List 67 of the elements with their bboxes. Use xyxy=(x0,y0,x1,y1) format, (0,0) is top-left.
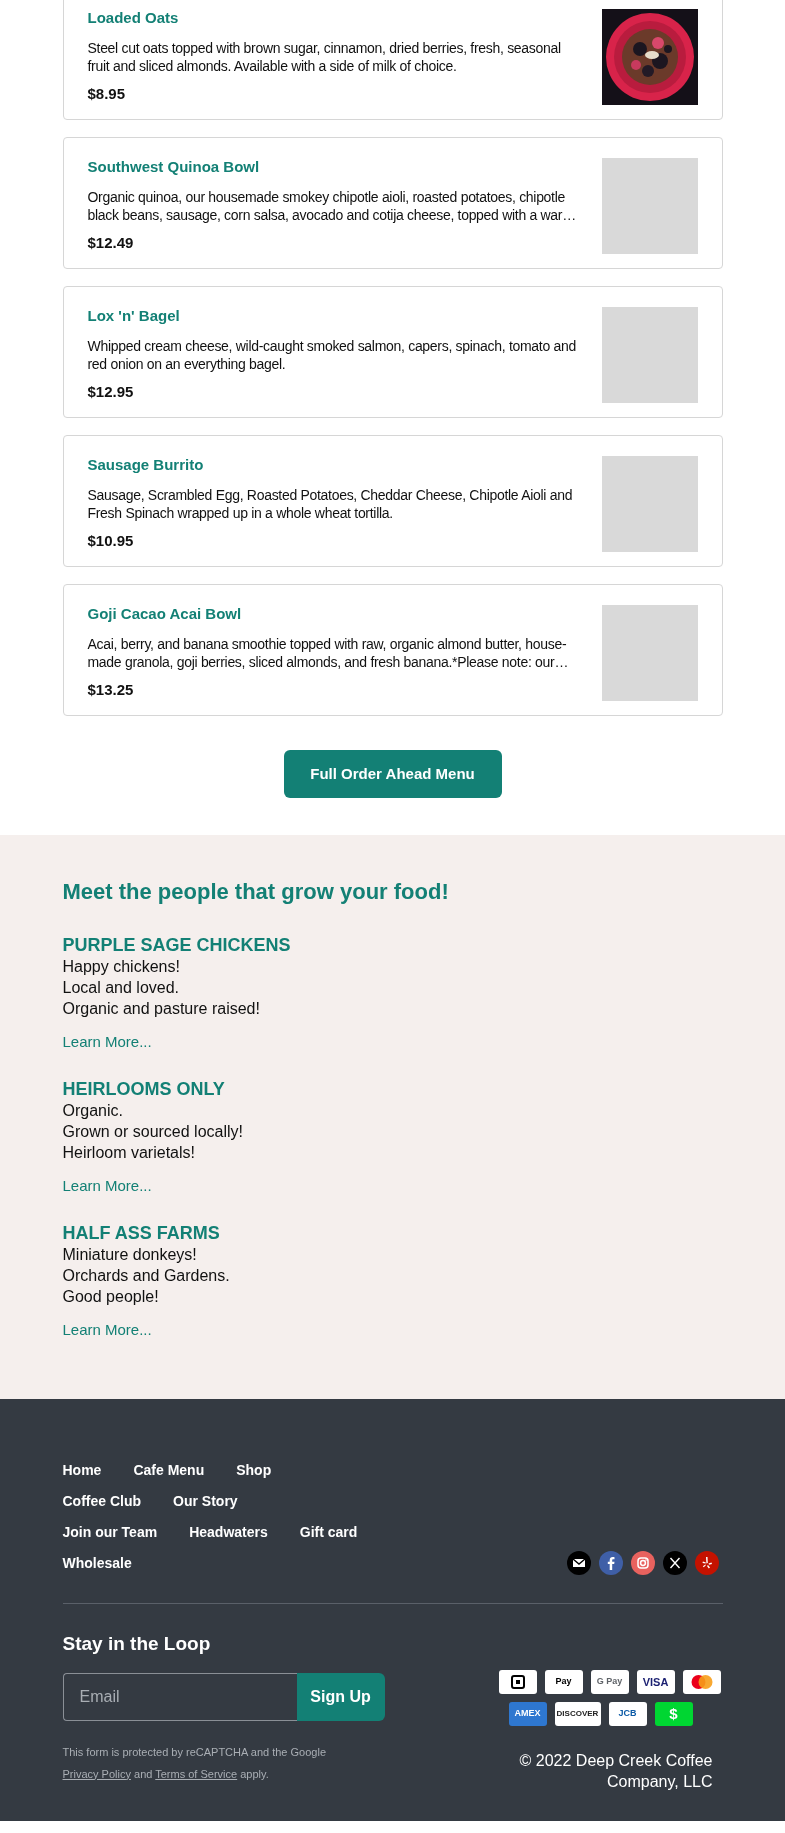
farm-tagline: Good people! xyxy=(62,1287,160,1308)
item-price: $12.49 xyxy=(87,233,135,253)
menu-item-card[interactable]: Loaded Oats Steel cut oats topped with brown sugar, cinnamon, dried berries, fresh, seasonal fruit and sliced almonds. Available with a side of milk of choice. $8.95 xyxy=(62,0,723,120)
item-description: Sausage, Scrambled Egg, Roasted Potatoes, Cheddar Cheese, Chipotle Aioli and Fresh Spinach wrapped up in a whole wheat tortilla. xyxy=(87,486,574,522)
item-description: Steel cut oats topped with brown sugar, cinnamon, dried berries, fresh, seasonal fruit and sliced almonds. Available with a side of milk of choice. xyxy=(87,39,562,75)
item-description: Acai, berry, and banana smoothie topped with raw, organic almond butter, house-made granola, goji berries, sliced almonds, and fresh banana.*Please note: our… xyxy=(87,635,570,671)
learn-more-link[interactable]: Learn More... xyxy=(62,1031,152,1054)
learn-more-link[interactable]: Learn More... xyxy=(62,1175,152,1198)
footer-nav-link[interactable]: Coffee Club xyxy=(62,1493,142,1509)
email-icon[interactable] xyxy=(566,1551,591,1575)
learn-more-link[interactable]: Learn More... xyxy=(62,1319,152,1342)
farm-name: HEIRLOOMS ONLY xyxy=(62,1079,226,1101)
farm-tagline: Orchards and Gardens. xyxy=(62,1266,231,1287)
item-title[interactable]: Goji Cacao Acai Bowl xyxy=(87,605,582,623)
menu-item-card[interactable]: Sausage Burrito Sausage, Scrambled Egg, Roasted Potatoes, Cheddar Cheese, Chipotle Aioli and Fresh Spinach wrapped up in a whole wheat tortilla. $10.95 xyxy=(62,435,723,567)
jcb-icon: JCB xyxy=(608,1702,647,1726)
google-pay-icon: G Pay xyxy=(590,1670,629,1694)
footer-nav-link[interactable]: Home xyxy=(62,1462,102,1478)
cash-app-icon: $ xyxy=(654,1702,693,1726)
farm-name: HALF ASS FARMS xyxy=(62,1223,221,1245)
farm-tagline: Grown or sourced locally! xyxy=(62,1122,244,1143)
full-menu-button[interactable]: Full Order Ahead Menu xyxy=(283,750,502,798)
sign-up-button[interactable]: Sign Up xyxy=(296,1672,385,1721)
x-icon[interactable] xyxy=(662,1551,687,1575)
farm-tagline: Local and loved. xyxy=(62,978,181,999)
footer-nav-link[interactable]: Wholesale xyxy=(62,1555,132,1571)
item-price: $8.95 xyxy=(87,84,127,104)
footer-nav-link[interactable]: Gift card xyxy=(299,1524,358,1540)
footer-nav-link[interactable]: Cafe Menu xyxy=(133,1462,205,1478)
discover-icon: DISCOVER xyxy=(554,1702,601,1726)
menu-item-card[interactable]: Southwest Quinoa Bowl Organic quinoa, our housemade smokey chipotle aioli, roasted potatoes, chipotle black beans, sausage, corn salsa, avocado and cotija cheese, topped with a war… $12.49 xyxy=(62,137,723,269)
farm-tagline: Organic and pasture raised! xyxy=(62,999,261,1020)
farm-tagline: Miniature donkeys! xyxy=(62,1245,198,1266)
section-heading: Meet the people that grow your food! xyxy=(62,879,450,906)
amex-icon: AMEX xyxy=(508,1702,547,1726)
item-title[interactable]: Lox 'n' Bagel xyxy=(87,307,582,325)
email-field[interactable]: Email xyxy=(62,1672,297,1721)
item-title[interactable]: Southwest Quinoa Bowl xyxy=(87,158,582,176)
menu-item-card[interactable]: Lox 'n' Bagel Whipped cream cheese, wild-caught smoked salmon, capers, spinach, tomato and red onion on an everything bagel. $12.95 xyxy=(62,286,723,418)
privacy-policy-link[interactable]: Privacy Policy xyxy=(62,1767,131,1780)
farm-tagline: Organic. xyxy=(62,1101,124,1122)
apple-pay-icon: Pay xyxy=(544,1670,583,1694)
square-icon xyxy=(498,1670,537,1694)
item-price: $13.25 xyxy=(87,680,135,700)
newsletter-heading: Stay in the Loop xyxy=(62,1632,212,1656)
item-description: Organic quinoa, our housemade smokey chipotle aioli, roasted potatoes, chipotle black beans, sausage, corn salsa, avocado and cotija cheese, topped with a war… xyxy=(87,188,577,224)
item-description: Whipped cream cheese, wild-caught smoked salmon, capers, spinach, tomato and red onion on an everything bagel. xyxy=(87,337,577,373)
footer-nav-link[interactable]: Shop xyxy=(236,1462,272,1478)
item-price: $12.95 xyxy=(87,382,135,402)
facebook-icon[interactable] xyxy=(598,1551,623,1575)
menu-item-card[interactable]: Goji Cacao Acai Bowl Acai, berry, and banana smoothie topped with raw, organic almond butter, house-made granola, goji berries, sliced almonds, and fresh banana.*Please note: our… $13.25 xyxy=(62,584,723,716)
item-title[interactable]: Sausage Burrito xyxy=(87,456,582,474)
terms-link[interactable]: Terms of Service xyxy=(155,1767,238,1780)
visa-icon: VISA xyxy=(636,1670,675,1694)
farm-tagline: Heirloom varietals! xyxy=(62,1143,196,1164)
copyright: © 2022 Deep Creek Coffee Company, LLC xyxy=(518,1751,713,1792)
farm-name: PURPLE SAGE CHICKENS xyxy=(62,935,292,957)
farm-tagline: Happy chickens! xyxy=(62,957,181,978)
item-title[interactable]: Loaded Oats xyxy=(87,9,582,27)
footer-nav-link[interactable]: Our Story xyxy=(173,1493,238,1509)
recaptcha-notice: This form is protected by reCAPTCHA and the Google Privacy Policy and Terms of Service apply. xyxy=(62,1744,327,1782)
item-price: $10.95 xyxy=(87,531,135,551)
instagram-icon[interactable] xyxy=(630,1551,655,1575)
footer-nav-link[interactable]: Join our Team xyxy=(62,1524,158,1540)
mastercard-icon xyxy=(682,1670,721,1694)
footer-nav-link[interactable]: Headwaters xyxy=(189,1524,268,1540)
yelp-icon[interactable] xyxy=(694,1551,719,1575)
